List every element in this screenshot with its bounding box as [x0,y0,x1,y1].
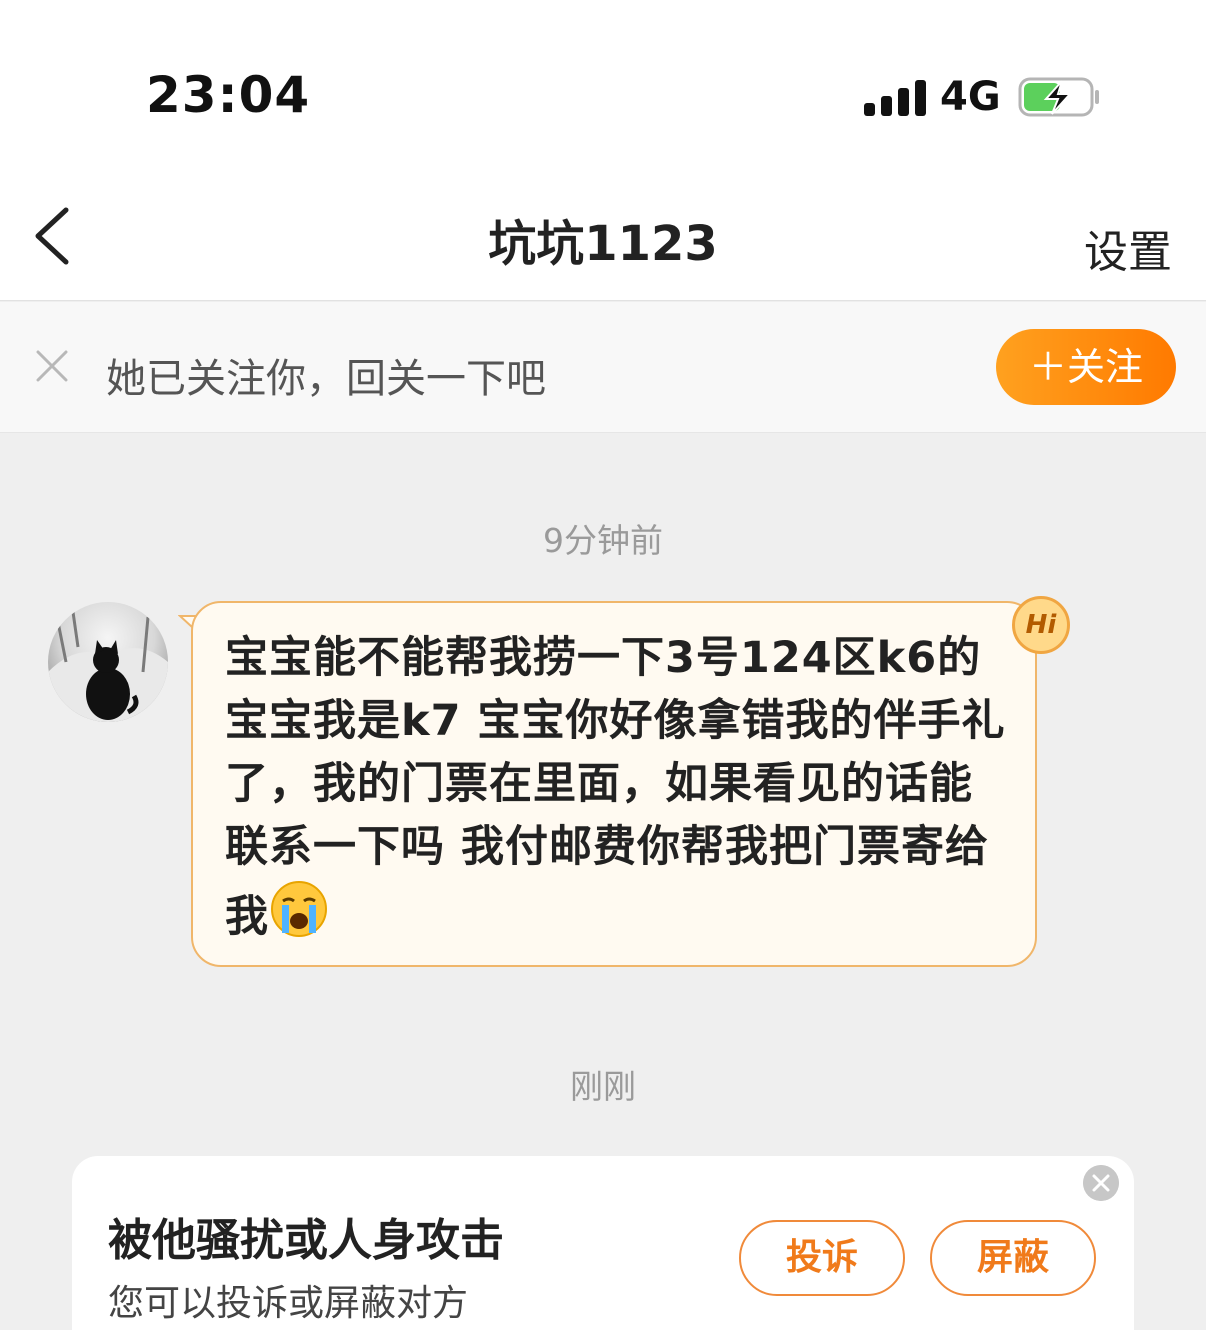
message-timestamp: 刚刚 [570,1067,636,1106]
battery-charging-icon [1018,77,1099,117]
chat-screen: 23:04 4G 坑坑1123 设置 她已关注你，回关一下吧 ＋关注 9分钟前 [0,0,1206,1330]
follow-back-banner: 她已关注你，回关一下吧 ＋关注 [0,302,1206,433]
signal-icon [864,80,926,116]
network-type: 4G [940,74,1001,120]
block-button[interactable]: 屏蔽 [930,1220,1096,1296]
settings-button[interactable]: 设置 [1084,216,1172,280]
page-title: 坑坑1123 [488,216,718,272]
hi-badge: Hi [1012,596,1070,654]
crying-face-icon [271,881,327,937]
close-icon[interactable] [34,348,70,384]
status-time: 23:04 [146,66,311,124]
report-button[interactable]: 投诉 [739,1220,905,1296]
message-bubble[interactable]: 宝宝能不能帮我捞一下3号124区k6的宝宝我是k7 宝宝你好像拿错我的伴手礼了，… [191,601,1037,967]
avatar[interactable] [48,602,168,722]
cat-silhouette-icon [48,611,168,722]
card-subtitle: 您可以投诉或屏蔽对方 [108,1283,469,1324]
close-icon[interactable] [1083,1165,1119,1201]
message-text: 宝宝能不能帮我捞一下3号124区k6的宝宝我是k7 宝宝你好像拿错我的伴手礼了，… [225,627,1009,949]
follow-button[interactable]: ＋关注 [996,329,1176,405]
nav-bar: 坑坑1123 设置 [0,180,1206,301]
status-bar: 23:04 4G [0,0,1206,180]
message-timestamp: 9分钟前 [543,521,663,560]
message-body: 宝宝能不能帮我捞一下3号124区k6的宝宝我是k7 宝宝你好像拿错我的伴手礼了，… [225,633,1006,942]
follow-prompt-text: 她已关注你，回关一下吧 [106,356,546,402]
card-title: 被他骚扰或人身攻击 [108,1215,504,1266]
